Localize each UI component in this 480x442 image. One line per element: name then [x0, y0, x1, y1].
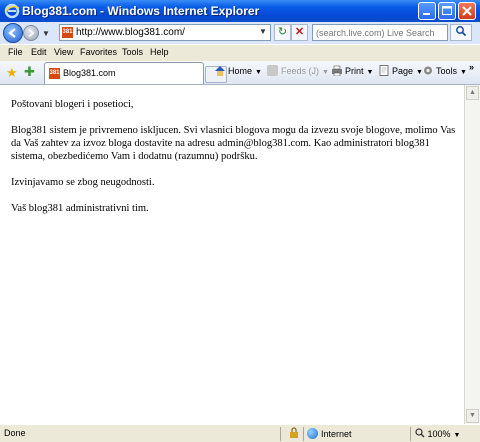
menu-favorites[interactable]: Favorites [80, 47, 117, 57]
close-icon [462, 6, 472, 16]
maximize-icon [442, 6, 452, 15]
page-label: Page [392, 66, 414, 76]
tools-dropdown-icon[interactable]: ▼ [460, 69, 467, 76]
address-row: ▼ 381 http://www.blog381.com/ ▼ ↻ ✕ [0, 22, 480, 44]
tab-blog381[interactable]: 381 Blog381.com [44, 62, 204, 84]
lock-icon [288, 427, 300, 441]
status-bar: Done Internet 100% ▼ [0, 424, 480, 442]
add-favorites-icon[interactable]: ✚ [24, 64, 35, 80]
scroll-up-arrow-icon[interactable]: ▲ [466, 86, 479, 100]
tools-button[interactable]: Tools ▼ [422, 65, 467, 76]
page-icon [379, 65, 389, 76]
feeds-label: Feeds (J) [281, 66, 320, 76]
browser-window: Blog381.com - Windows Internet Explorer … [0, 0, 480, 442]
security-zone[interactable]: Internet [307, 428, 352, 439]
zoom-icon [415, 428, 425, 438]
close-button[interactable] [458, 2, 476, 20]
page-button[interactable]: Page ▼ [378, 65, 423, 76]
scroll-down-arrow-icon[interactable]: ▼ [466, 409, 479, 423]
ie-icon [4, 3, 20, 19]
toolbar-overflow-chevron-icon[interactable]: » [469, 62, 474, 72]
globe-icon [307, 428, 318, 439]
forward-arrow-icon [28, 28, 35, 38]
print-dropdown-icon[interactable]: ▼ [367, 69, 374, 76]
history-dropdown[interactable]: ▼ [42, 29, 50, 38]
tools-gear-icon [424, 66, 432, 75]
minimize-icon [423, 13, 430, 15]
favorites-star-icon[interactable]: ★ [6, 65, 18, 81]
maximize-button[interactable] [438, 2, 456, 20]
home-label: Home [228, 66, 253, 76]
status-separator [280, 427, 281, 441]
zoom-dropdown-icon[interactable]: ▼ [454, 432, 461, 439]
stop-button[interactable]: ✕ [291, 24, 308, 41]
tools-label: Tools [436, 66, 458, 76]
site-favicon: 381 [62, 27, 73, 38]
window-title: Blog381.com - Windows Internet Explorer [22, 4, 260, 18]
print-label: Print [345, 66, 364, 76]
feeds-icon [267, 65, 278, 76]
back-arrow-icon [8, 28, 16, 38]
home-icon [215, 66, 225, 76]
address-field[interactable]: 381 http://www.blog381.com/ ▼ [59, 24, 271, 41]
refresh-icon: ↻ [277, 26, 288, 38]
tab-favicon: 381 [49, 68, 60, 79]
search-field[interactable] [312, 24, 448, 41]
refresh-button[interactable]: ↻ [274, 24, 291, 41]
address-dropdown-icon[interactable]: ▼ [258, 27, 268, 38]
forward-button[interactable] [23, 25, 39, 41]
search-magnifier-icon [456, 26, 467, 37]
search-input[interactable] [314, 26, 448, 39]
stop-icon: ✕ [294, 26, 305, 38]
vertical-scrollbar[interactable]: ▲ ▼ [464, 85, 480, 424]
zone-label: Internet [321, 429, 352, 439]
zoom-level: 100% [427, 429, 451, 439]
status-separator [410, 427, 411, 441]
back-button[interactable] [3, 23, 23, 43]
status-separator [303, 427, 304, 441]
feeds-button[interactable]: Feeds (J) ▼ [267, 65, 329, 76]
print-button[interactable]: Print ▼ [331, 65, 373, 76]
greeting-paragraph: Poštovani blogeri i posetioci, [11, 99, 134, 110]
menu-view[interactable]: View [54, 47, 73, 57]
address-url[interactable]: http://www.blog381.com/ [76, 27, 185, 38]
menu-help[interactable]: Help [150, 47, 169, 57]
menu-tools[interactable]: Tools [122, 47, 143, 57]
print-icon [332, 65, 342, 76]
minimize-button[interactable] [418, 2, 436, 20]
tab-label: Blog381.com [63, 68, 116, 78]
tab-command-row: ★ ✚ 381 Blog381.com Home ▼ Feeds (J) ▼ Pri… [0, 61, 480, 85]
status-text: Done [4, 428, 26, 438]
notice-paragraph: Blog381 sistem je privremeno iskljucen. … [11, 125, 456, 162]
menu-bar: File Edit View Favorites Tools Help [0, 44, 480, 61]
home-button[interactable]: Home ▼ [214, 65, 262, 76]
feeds-dropdown-icon[interactable]: ▼ [322, 69, 329, 76]
search-button[interactable] [450, 24, 472, 41]
zoom-control[interactable]: 100% ▼ [415, 428, 460, 439]
home-dropdown-icon[interactable]: ▼ [255, 69, 262, 76]
title-bar: Blog381.com - Windows Internet Explorer [0, 0, 480, 22]
menu-file[interactable]: File [8, 47, 23, 57]
menu-edit[interactable]: Edit [31, 47, 47, 57]
apology-paragraph: Izvinjavamo se zbog neugodnosti. [11, 177, 155, 188]
signature-paragraph: Vaš blog381 administrativni tim. [11, 203, 149, 214]
page-content: Poštovani blogeri i posetioci, Blog381 s… [0, 85, 464, 424]
